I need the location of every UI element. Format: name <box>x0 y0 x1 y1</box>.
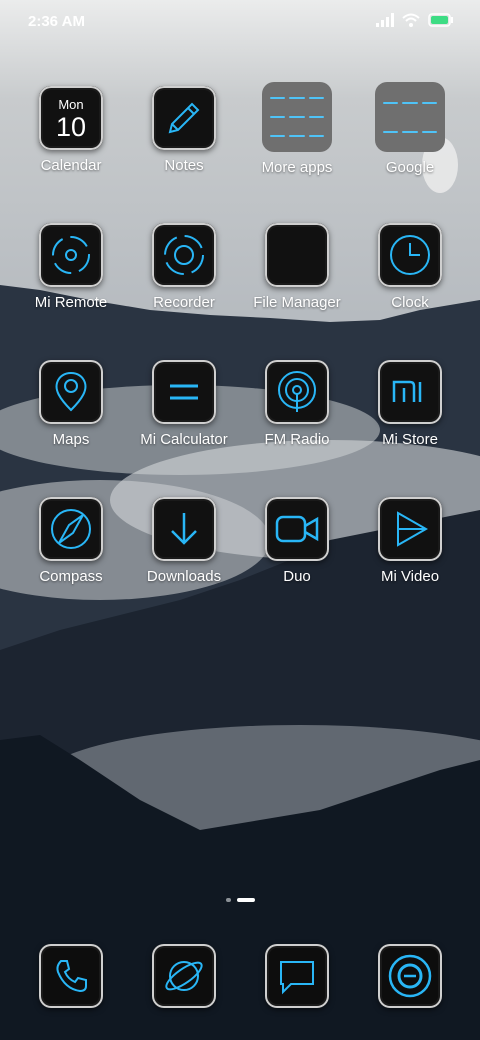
clock-icon <box>378 223 442 287</box>
app-label: Maps <box>52 431 90 448</box>
app-label: Mi Remote <box>34 294 108 311</box>
app-mi-remote[interactable]: Mi Remote <box>14 223 128 311</box>
page-indicator <box>0 898 480 902</box>
app-compass[interactable]: Compass <box>14 497 128 585</box>
app-fm-radio[interactable]: FM Radio <box>240 360 354 448</box>
dock-camera[interactable] <box>353 944 467 1008</box>
app-label: Duo <box>283 568 311 585</box>
app-clock[interactable]: Clock <box>353 223 467 311</box>
app-calendar[interactable]: Mon 10 Calendar <box>14 86 128 174</box>
folder-icon <box>262 82 332 152</box>
wifi-icon <box>402 13 420 27</box>
app-label: Calendar <box>40 157 102 174</box>
battery-icon <box>428 13 453 27</box>
app-downloads[interactable]: Downloads <box>127 497 241 585</box>
status-time: 2:36 AM <box>28 13 85 30</box>
app-label: FM Radio <box>264 431 330 448</box>
mi-store-icon <box>378 360 442 424</box>
signal-icon <box>376 13 394 27</box>
app-duo[interactable]: Duo <box>240 497 354 585</box>
app-maps[interactable]: Maps <box>14 360 128 448</box>
app-mi-calculator[interactable]: Mi Calculator <box>127 360 241 448</box>
compass-icon <box>39 497 103 561</box>
dock-messages[interactable] <box>240 944 354 1008</box>
calculator-icon <box>152 360 216 424</box>
calendar-icon: Mon 10 <box>39 86 103 150</box>
app-file-manager[interactable]: File Manager <box>240 223 354 311</box>
folder-icon <box>375 82 445 152</box>
recorder-icon <box>152 223 216 287</box>
status-bar: 2:36 AM <box>0 0 480 42</box>
app-label: Mi Video <box>380 568 440 585</box>
app-google[interactable]: Google <box>353 82 467 176</box>
dock-browser[interactable] <box>127 944 241 1008</box>
app-label: Clock <box>391 294 429 311</box>
play-icon <box>378 497 442 561</box>
notes-icon <box>152 86 216 150</box>
camera-icon <box>378 944 442 1008</box>
app-recorder[interactable]: Recorder <box>127 223 241 311</box>
app-label: Mi Store <box>382 431 438 448</box>
app-label: Google <box>385 159 435 176</box>
app-label: More apps <box>261 159 333 176</box>
app-notes[interactable]: Notes <box>127 86 241 174</box>
browser-icon <box>152 944 216 1008</box>
phone-icon <box>39 944 103 1008</box>
app-label: Recorder <box>153 294 215 311</box>
dock-phone[interactable] <box>14 944 128 1008</box>
app-label: Mi Calculator <box>140 431 228 448</box>
app-label: Notes <box>164 157 204 174</box>
radio-icon <box>265 360 329 424</box>
messages-icon <box>265 944 329 1008</box>
app-mi-store[interactable]: Mi Store <box>353 360 467 448</box>
app-label: Downloads <box>146 568 222 585</box>
file-manager-icon <box>265 223 329 287</box>
app-more-apps[interactable]: More apps <box>240 82 354 176</box>
video-camera-icon <box>265 497 329 561</box>
app-mi-video[interactable]: Mi Video <box>353 497 467 585</box>
dock <box>0 944 480 1040</box>
download-icon <box>152 497 216 561</box>
maps-icon <box>39 360 103 424</box>
app-label: Compass <box>39 568 103 585</box>
page-dot-active[interactable] <box>236 898 255 902</box>
remote-icon <box>39 223 103 287</box>
page-dot[interactable] <box>225 898 231 902</box>
app-label: File Manager <box>253 294 341 311</box>
